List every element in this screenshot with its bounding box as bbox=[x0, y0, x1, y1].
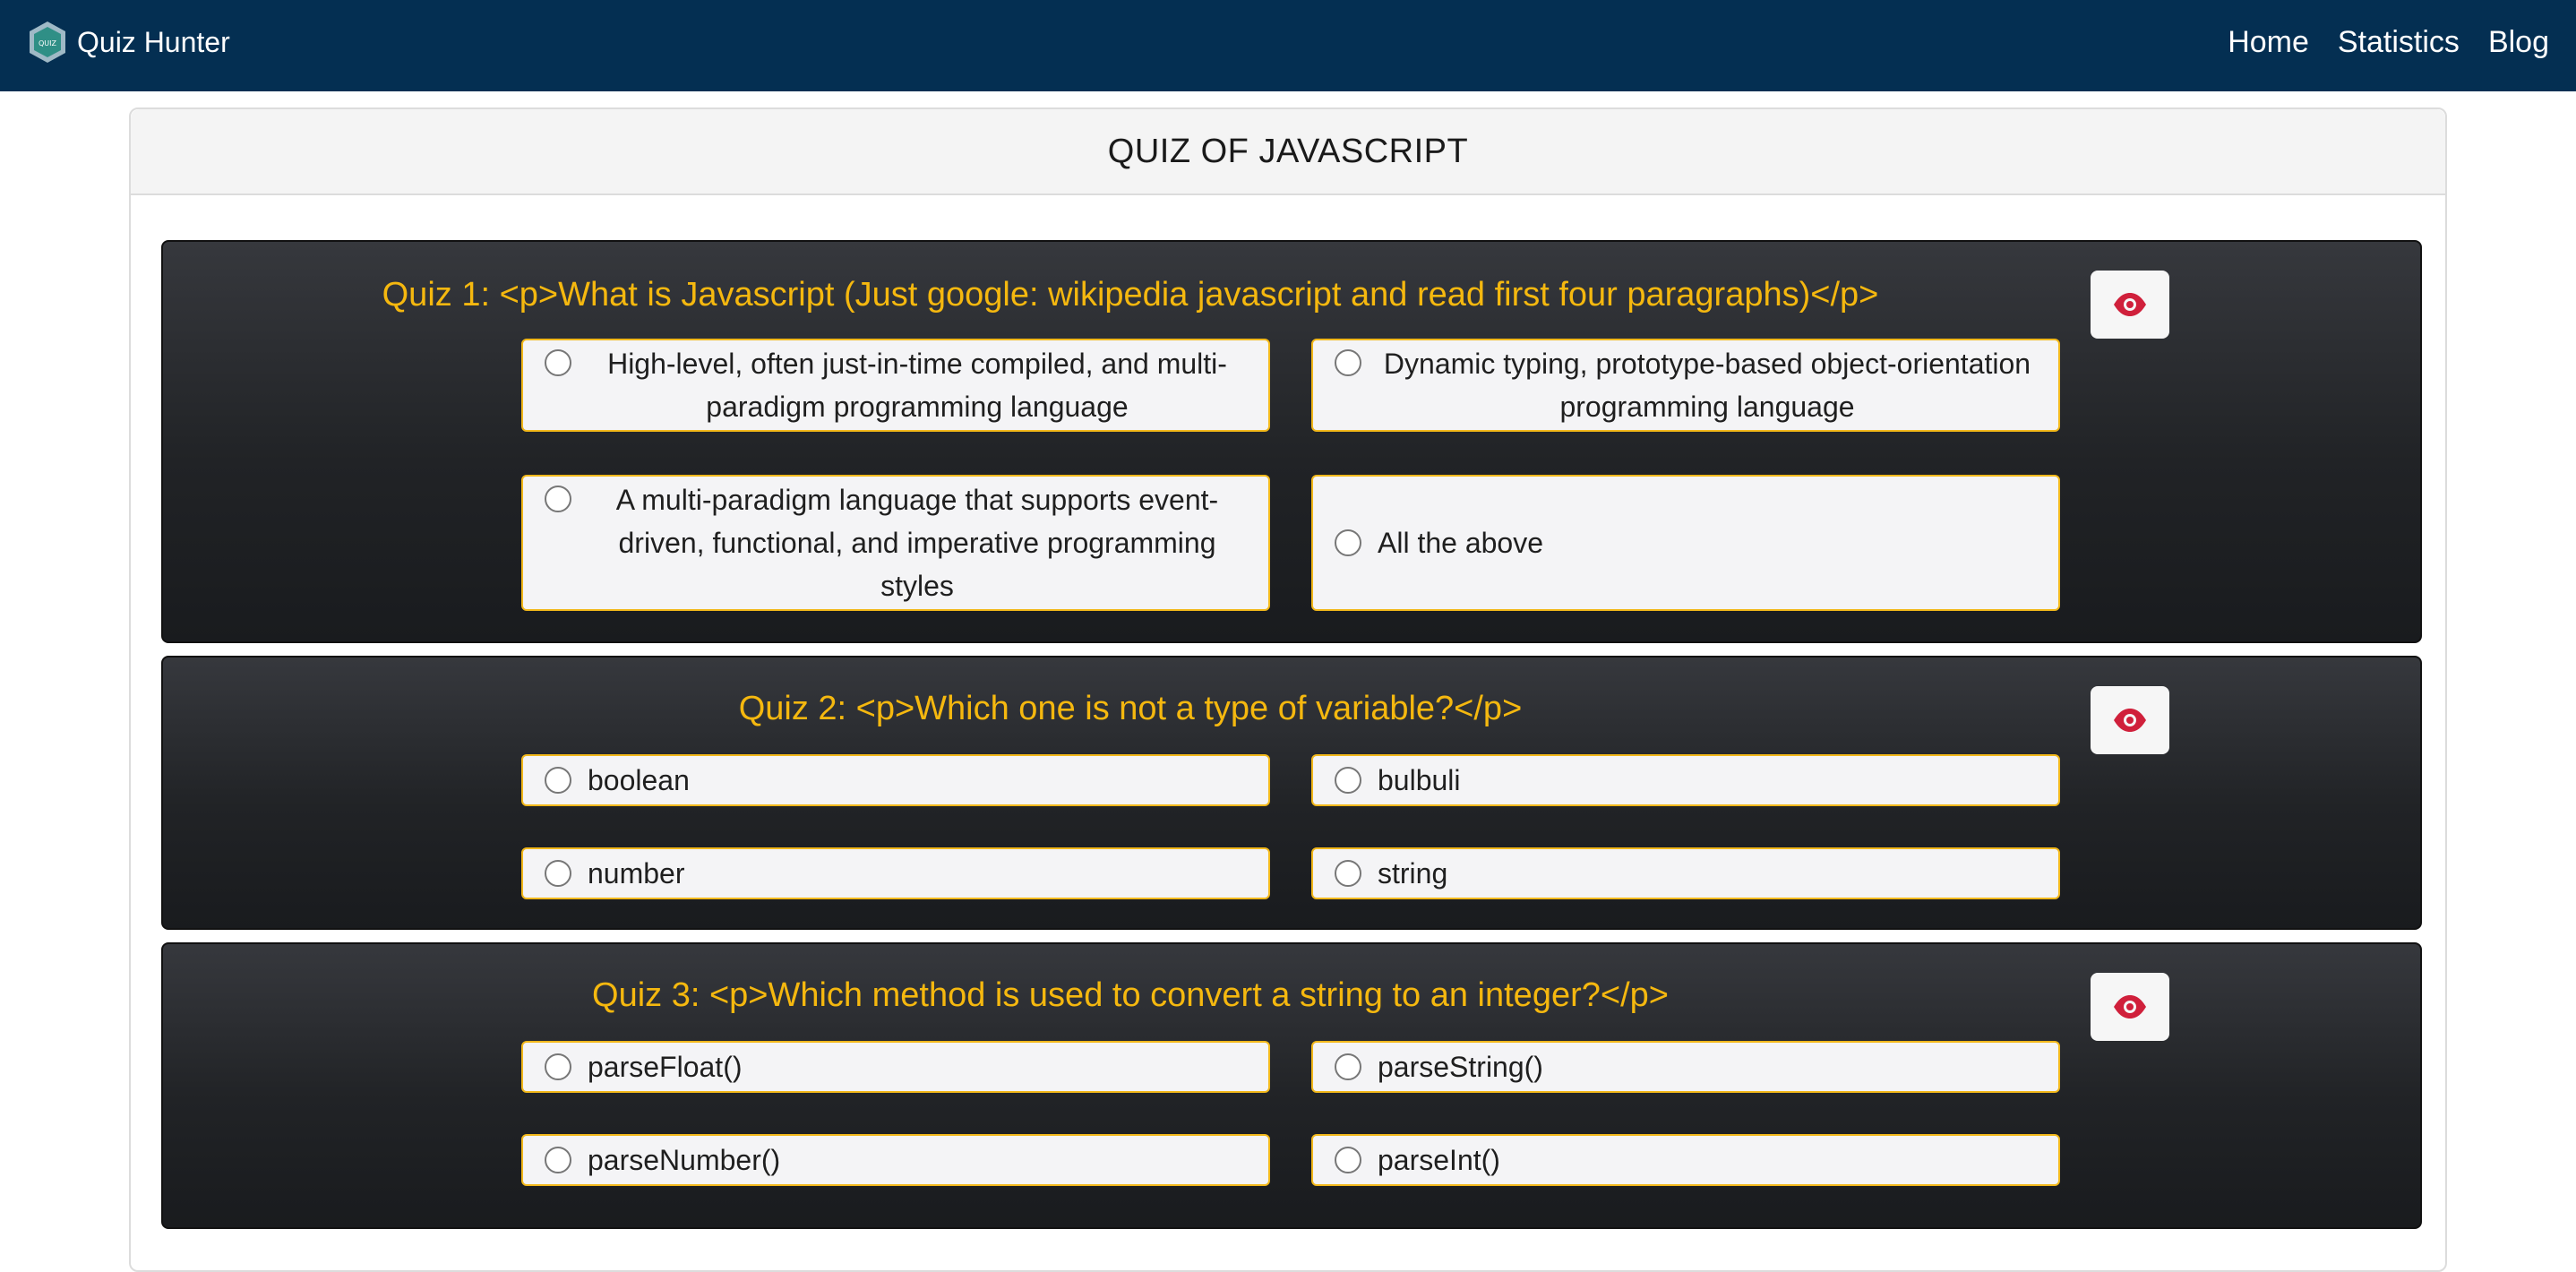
option-2[interactable]: bulbuli bbox=[1311, 754, 2060, 806]
reveal-answer-button[interactable] bbox=[2091, 271, 2169, 339]
option-label: parseFloat() bbox=[588, 1051, 743, 1083]
nav-links: Home Statistics Blog bbox=[2228, 20, 2549, 64]
quiz-question: Quiz 1: <p>What is Javascript (Just goog… bbox=[382, 276, 1879, 314]
option-1[interactable]: parseFloat() bbox=[521, 1041, 1270, 1093]
nav-home-link[interactable]: Home bbox=[2228, 25, 2309, 60]
nav-statistics-link[interactable]: Statistics bbox=[2338, 25, 2460, 60]
radio-button[interactable] bbox=[545, 767, 571, 794]
radio-button[interactable] bbox=[545, 1147, 571, 1173]
option-label: All the above bbox=[1378, 527, 1544, 559]
radio-button[interactable] bbox=[1335, 1147, 1361, 1173]
card-header: QUIZ OF JAVASCRIPT bbox=[131, 109, 2445, 195]
option-1[interactable]: High-level, often just-in-time compiled,… bbox=[521, 339, 1270, 432]
option-3[interactable]: number bbox=[521, 847, 1270, 899]
radio-button[interactable] bbox=[1335, 1053, 1361, 1080]
option-2[interactable]: Dynamic typing, prototype-based object-o… bbox=[1311, 339, 2060, 432]
reveal-answer-button[interactable] bbox=[2091, 686, 2169, 754]
quiz-logo-icon: QUIZ bbox=[30, 21, 65, 63]
quiz-block-3: Quiz 3: <p>Which method is used to conve… bbox=[161, 942, 2422, 1229]
eye-icon bbox=[2114, 995, 2146, 1018]
navbar: QUIZ Quiz Hunter Home Statistics Blog bbox=[0, 0, 2576, 91]
radio-button[interactable] bbox=[545, 486, 571, 512]
quiz-block-2: Quiz 2: <p>Which one is not a type of va… bbox=[161, 656, 2422, 930]
radio-button[interactable] bbox=[545, 1053, 571, 1080]
option-label: boolean bbox=[588, 764, 690, 796]
radio-button[interactable] bbox=[545, 349, 571, 376]
radio-button[interactable] bbox=[1335, 529, 1361, 556]
radio-button[interactable] bbox=[1335, 767, 1361, 794]
radio-button[interactable] bbox=[1335, 860, 1361, 887]
option-label: bulbuli bbox=[1378, 764, 1461, 796]
option-3[interactable]: A multi-paradigm language that supports … bbox=[521, 475, 1270, 611]
quiz-card: QUIZ OF JAVASCRIPT Quiz 1: <p>What is Ja… bbox=[129, 107, 2447, 1272]
option-2[interactable]: parseString() bbox=[1311, 1041, 2060, 1093]
radio-button[interactable] bbox=[545, 860, 571, 887]
option-1[interactable]: boolean bbox=[521, 754, 1270, 806]
option-label: A multi-paradigm language that supports … bbox=[615, 484, 1219, 602]
brand-name: Quiz Hunter bbox=[77, 26, 230, 58]
eye-icon bbox=[2114, 709, 2146, 732]
option-3[interactable]: parseNumber() bbox=[521, 1134, 1270, 1186]
brand[interactable]: QUIZ Quiz Hunter bbox=[25, 20, 230, 64]
quiz-question: Quiz 3: <p>Which method is used to conve… bbox=[592, 976, 1669, 1014]
option-label: string bbox=[1378, 857, 1448, 890]
page-title: QUIZ OF JAVASCRIPT bbox=[1107, 132, 1469, 170]
option-4[interactable]: parseInt() bbox=[1311, 1134, 2060, 1186]
option-label: parseNumber() bbox=[588, 1144, 781, 1176]
radio-button[interactable] bbox=[1335, 349, 1361, 376]
quiz-question: Quiz 2: <p>Which one is not a type of va… bbox=[738, 690, 1523, 727]
nav-blog-link[interactable]: Blog bbox=[2488, 25, 2549, 60]
option-4[interactable]: string bbox=[1311, 847, 2060, 899]
option-label: parseInt() bbox=[1378, 1144, 1500, 1176]
option-label: High-level, often just-in-time compiled,… bbox=[607, 348, 1227, 423]
svg-text:QUIZ: QUIZ bbox=[39, 39, 57, 47]
reveal-answer-button[interactable] bbox=[2091, 973, 2169, 1041]
option-4[interactable]: All the above bbox=[1311, 475, 2060, 611]
option-label: Dynamic typing, prototype-based object-o… bbox=[1383, 348, 2031, 423]
quiz-block-1: Quiz 1: <p>What is Javascript (Just goog… bbox=[161, 240, 2422, 643]
option-label: parseString() bbox=[1378, 1051, 1543, 1083]
eye-icon bbox=[2114, 293, 2146, 316]
option-label: number bbox=[588, 857, 685, 890]
